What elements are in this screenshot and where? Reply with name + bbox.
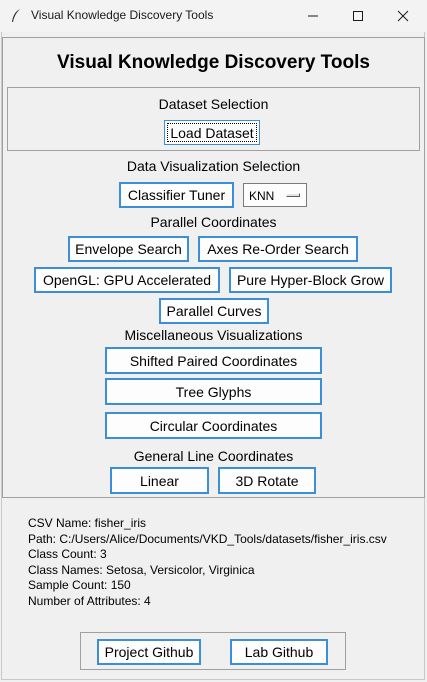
tree-glyphs-button[interactable]: Tree Glyphs [105, 378, 322, 405]
sample-count-text: Sample Count: 150 [28, 578, 131, 592]
path-text: Path: C:/Users/Alice/Documents/VKD_Tools… [28, 531, 387, 546]
maximize-icon [353, 11, 363, 21]
close-icon [397, 10, 409, 22]
class-names-text: Class Names: Setosa, Versicolor, Virgini… [28, 562, 255, 577]
class-count-text: Class Count: 3 [28, 547, 107, 561]
attributes-count-text: Number of Attributes: 4 [28, 593, 151, 608]
axes-reorder-search-button[interactable]: Axes Re-Order Search [198, 236, 358, 262]
title-bar: Visual Knowledge Discovery Tools [0, 0, 427, 32]
dataset-info: CSV Name: fisher_iris Path: C:/Users/Ali… [28, 516, 387, 609]
classifier-select[interactable]: KNN [243, 183, 307, 207]
shifted-paired-coordinates-button[interactable]: Shifted Paired Coordinates [105, 347, 322, 374]
envelope-search-button[interactable]: Envelope Search [68, 236, 189, 262]
page-title: Visual Knowledge Discovery Tools [57, 52, 370, 73]
visualization-selection-label: Data Visualization Selection [126, 158, 301, 174]
load-dataset-button[interactable]: Load Dataset [164, 120, 260, 145]
classifier-select-value: KNN [249, 189, 275, 203]
hyper-block-grow-button[interactable]: Pure Hyper-Block Grow [229, 267, 392, 293]
csv-name-text: CSV Name: fisher_iris [28, 516, 147, 530]
project-github-button[interactable]: Project Github [97, 639, 201, 665]
dataset-selection-label: Dataset Selection [158, 96, 269, 112]
misc-visualizations-label: Miscellaneous Visualizations [124, 327, 303, 343]
opengl-gpu-button[interactable]: OpenGL: GPU Accelerated [34, 267, 220, 293]
3d-rotate-button[interactable]: 3D Rotate [218, 467, 316, 494]
general-line-coordinates-label: General Line Coordinates [133, 448, 294, 464]
feather-icon [12, 9, 20, 22]
lab-github-button[interactable]: Lab Github [230, 639, 328, 665]
minimize-icon [308, 15, 318, 17]
linear-button[interactable]: Linear [110, 467, 209, 494]
circular-coordinates-button[interactable]: Circular Coordinates [105, 412, 322, 439]
parallel-coordinates-label: Parallel Coordinates [150, 214, 277, 230]
window-title: Visual Knowledge Discovery Tools [31, 8, 214, 22]
dropdown-indicator-icon [286, 193, 300, 197]
close-button[interactable] [380, 0, 426, 32]
maximize-button[interactable] [335, 0, 381, 32]
classifier-tuner-button[interactable]: Classifier Tuner [119, 182, 234, 208]
minimize-button[interactable] [290, 0, 336, 32]
parallel-curves-button[interactable]: Parallel Curves [159, 298, 269, 324]
